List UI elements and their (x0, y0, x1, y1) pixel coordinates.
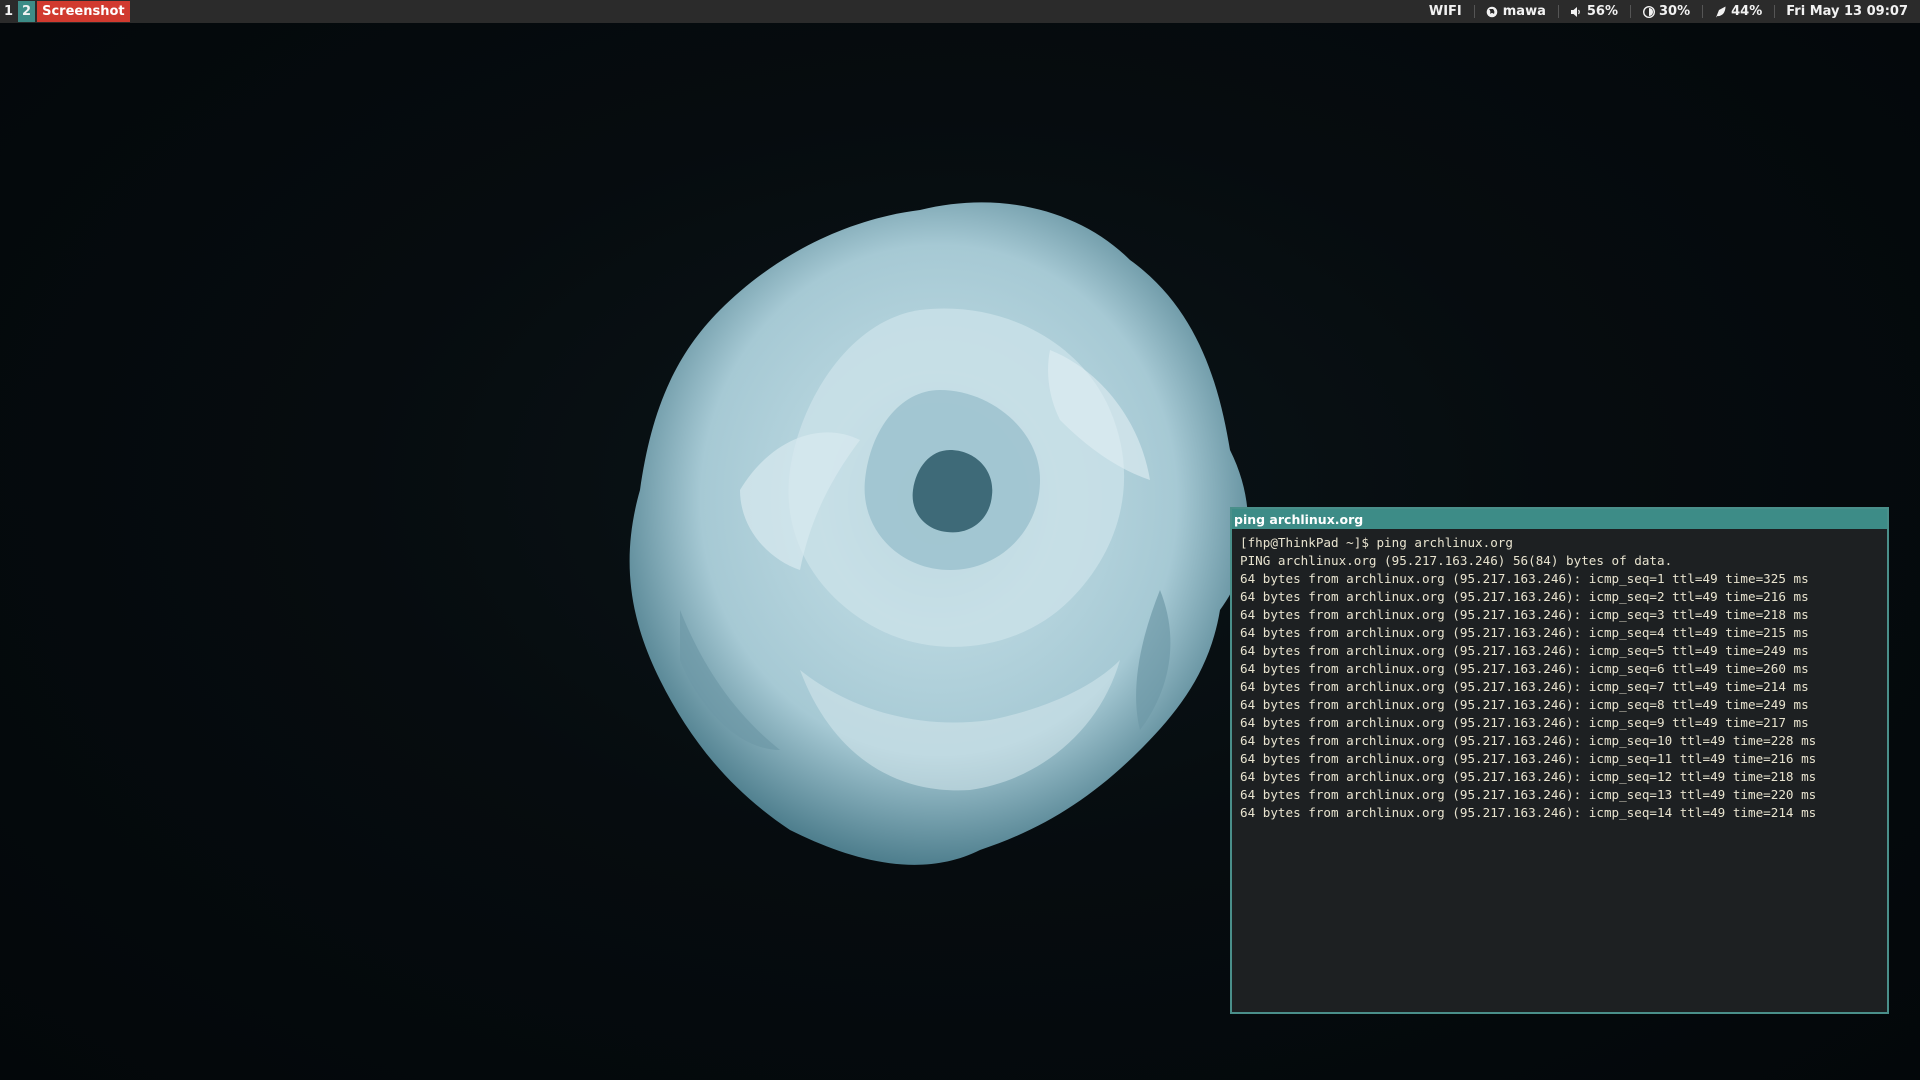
top-bar: 1 2 Screenshot WIFI mawa 56% 30% 44% Fri… (0, 0, 1920, 23)
terminal-output-line: 64 bytes from archlinux.org (95.217.163.… (1240, 787, 1817, 802)
terminal-output-line: 64 bytes from archlinux.org (95.217.163.… (1240, 697, 1809, 712)
terminal-output-line: 64 bytes from archlinux.org (95.217.163.… (1240, 607, 1809, 622)
terminal-prompt-line: [fhp@ThinkPad ~]$ ping archlinux.org (1240, 535, 1513, 550)
wifi-status[interactable]: WIFI (1417, 0, 1474, 23)
terminal-title-bar[interactable]: ping archlinux.org (1232, 509, 1887, 529)
brightness-status[interactable]: 30% (1630, 0, 1702, 23)
status-blocks: WIFI mawa 56% 30% 44% Fri May 13 09:07 (1417, 0, 1920, 23)
clock[interactable]: Fri May 13 09:07 (1774, 0, 1920, 23)
terminal-output-line: 64 bytes from archlinux.org (95.217.163.… (1240, 625, 1809, 640)
terminal-output-line: PING archlinux.org (95.217.163.246) 56(8… (1240, 553, 1673, 568)
globe-icon (1486, 5, 1499, 18)
workspace-switcher: 1 2 (0, 0, 36, 23)
network-name: mawa (1502, 4, 1546, 19)
brightness-level: 30% (1659, 4, 1691, 19)
battery-status[interactable]: 44% (1702, 0, 1774, 23)
wallpaper-rose (629, 202, 1249, 865)
speaker-icon (1570, 5, 1583, 18)
terminal-output-line: 64 bytes from archlinux.org (95.217.163.… (1240, 733, 1817, 748)
terminal-output-line: 64 bytes from archlinux.org (95.217.163.… (1240, 769, 1817, 784)
terminal-output-line: 64 bytes from archlinux.org (95.217.163.… (1240, 805, 1817, 820)
focused-window-title: Screenshot (37, 1, 130, 22)
volume-status[interactable]: 56% (1557, 0, 1630, 23)
terminal-output-line: 64 bytes from archlinux.org (95.217.163.… (1240, 715, 1809, 730)
terminal-output-line: 64 bytes from archlinux.org (95.217.163.… (1240, 751, 1817, 766)
terminal-output[interactable]: [fhp@ThinkPad ~]$ ping archlinux.org PING… (1232, 529, 1887, 827)
terminal-output-line: 64 bytes from archlinux.org (95.217.163.… (1240, 643, 1809, 658)
terminal-output-line: 64 bytes from archlinux.org (95.217.163.… (1240, 679, 1809, 694)
volume-level: 56% (1586, 4, 1618, 19)
terminal-output-line: 64 bytes from archlinux.org (95.217.163.… (1240, 589, 1809, 604)
terminal-output-line: 64 bytes from archlinux.org (95.217.163.… (1240, 661, 1809, 676)
wifi-label: WIFI (1428, 4, 1462, 19)
workspace-2[interactable]: 2 (18, 1, 36, 22)
terminal-output-line: 64 bytes from archlinux.org (95.217.163.… (1240, 571, 1809, 586)
terminal-window[interactable]: ping archlinux.org [fhp@ThinkPad ~]$ pin… (1230, 507, 1889, 1014)
datetime-label: Fri May 13 09:07 (1786, 4, 1908, 19)
desktop: 1 2 Screenshot WIFI mawa 56% 30% 44% Fri… (0, 0, 1920, 1080)
battery-charging-icon (1714, 5, 1727, 18)
workspace-1[interactable]: 1 (0, 1, 17, 22)
battery-level: 44% (1731, 4, 1763, 19)
brightness-icon (1642, 5, 1655, 18)
network-status[interactable]: mawa (1473, 0, 1558, 23)
